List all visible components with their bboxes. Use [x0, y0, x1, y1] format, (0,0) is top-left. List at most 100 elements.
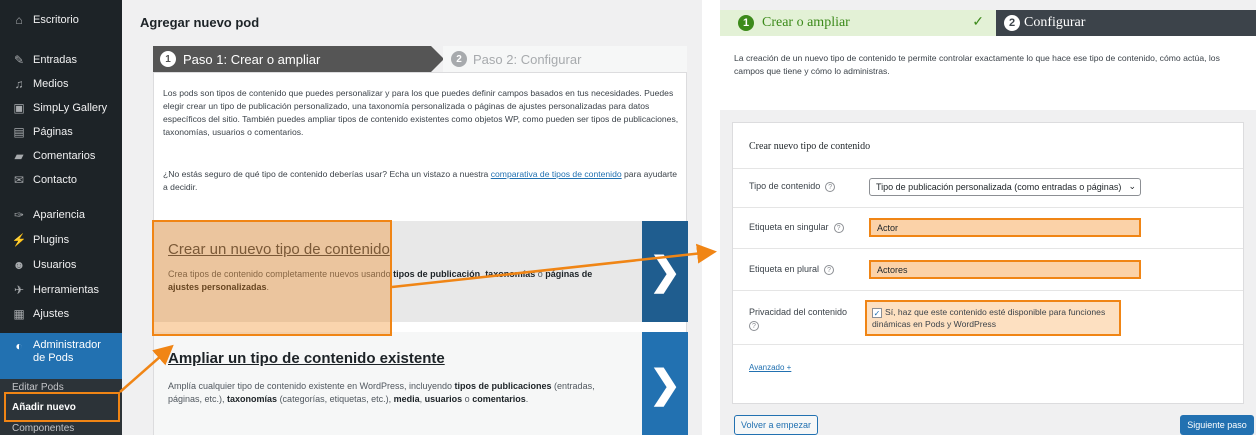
pages-icon: ▤	[13, 125, 25, 139]
sidebar-item-label: Herramientas	[33, 284, 100, 296]
content-type-select[interactable]: Tipo de publicación personalizada (como …	[869, 178, 1141, 196]
step-number-2: 2	[1004, 15, 1020, 31]
sidebar-item-label: Escritorio	[33, 14, 79, 26]
form-title: Crear nuevo tipo de contenido	[749, 141, 871, 152]
sidebar-item-ajustes[interactable]: ▦ Ajustes	[0, 302, 122, 326]
content-type-label: Tipo de contenido?	[749, 181, 836, 192]
label-text: Tipo de contenido	[749, 181, 821, 191]
mail-icon: ✉	[13, 173, 25, 187]
next-step-button[interactable]: Siguiente paso	[1180, 415, 1254, 435]
step-1-label: Crear o ampliar	[762, 15, 850, 30]
help-icon[interactable]: ?	[749, 320, 759, 331]
extend-existing-description: Amplía cualquier tipo de contenido exist…	[168, 380, 618, 406]
extend-existing-card[interactable]: Ampliar un tipo de contenido existente A…	[154, 332, 688, 435]
sidebar-item-paginas[interactable]: ▤ Páginas	[0, 120, 122, 144]
chevron-right-icon[interactable]: ❯	[642, 332, 688, 435]
extend-existing-title[interactable]: Ampliar un tipo de contenido existente	[168, 350, 445, 367]
sidebar-item-simply-gallery[interactable]: ▣ SimpLy Gallery	[0, 96, 122, 120]
main-content: Agregar nuevo pod 1 Paso 1: Crear o ampl…	[122, 0, 702, 435]
comments-icon: ▰	[14, 149, 24, 163]
desc-bold: media	[393, 394, 420, 404]
label-text: Etiqueta en singular	[749, 222, 829, 232]
step-1-label: Paso 1: Crear o ampliar	[183, 51, 321, 67]
help-icon[interactable]: ?	[825, 181, 836, 192]
divider	[733, 248, 1243, 249]
pods-icon: ◐	[15, 339, 23, 353]
settings-icon: ▦	[13, 307, 25, 321]
help-icon[interactable]: ?	[824, 264, 835, 275]
desc-text: (categorías, etiquetas, etc.),	[277, 394, 394, 404]
privacy-checkbox[interactable]: ✓	[872, 308, 882, 318]
plural-label: Etiqueta en plural?	[749, 264, 835, 275]
step-number-1: 1	[738, 15, 754, 31]
highlight-create-card	[152, 220, 392, 336]
sidebar-item-usuarios[interactable]: ☻ Usuarios	[0, 253, 122, 277]
sidebar-item-label: Administrador de Pods	[33, 339, 101, 364]
media-icon: ♫	[14, 77, 24, 91]
sidebar-item-label: Ajustes	[33, 308, 70, 320]
step-number-2: 2	[451, 51, 467, 67]
privacy-checkbox-wrapper[interactable]: ✓ Sí, haz que este contenido esté disponi…	[865, 300, 1121, 336]
sidebar-item-herramientas[interactable]: ✈ Herramientas	[0, 278, 122, 302]
singular-input[interactable]: Actor	[869, 218, 1141, 237]
desc-bold: taxonomías	[227, 394, 278, 404]
tools-icon: ✈	[13, 283, 25, 297]
desc-text: o	[462, 394, 473, 404]
sidebar-item-medios[interactable]: ♫ Medios	[0, 72, 122, 96]
admin-sidebar: ⌂ Escritorio ✎ Entradas ♫ Medios ▣ SimpLy Ga…	[0, 0, 122, 435]
step-1-active: 1 Paso 1: Crear o ampliar	[153, 46, 444, 72]
label-text: Etiqueta en plural	[749, 264, 820, 274]
submenu-componentes[interactable]: Componentes	[12, 423, 74, 434]
plural-input[interactable]: Actores	[869, 260, 1141, 279]
divider	[733, 168, 1243, 169]
comparison-text: ¿No estás seguro de qué tipo de contenid…	[163, 168, 683, 194]
sidebar-item-pods[interactable]: ◐ Administrador de Pods	[0, 333, 122, 379]
wizard-steps-right: 1 Crear o ampliar ✓ 2 Configurar	[720, 10, 1256, 36]
help-icon[interactable]: ?	[833, 222, 844, 233]
desc-bold: usuarios	[424, 394, 463, 404]
plugins-icon: ⚡	[11, 233, 27, 247]
divider	[733, 207, 1243, 208]
sidebar-item-plugins[interactable]: ⚡ Plugins	[0, 228, 122, 252]
left-panel: ⌂ Escritorio ✎ Entradas ♫ Medios ▣ SimpLy Ga…	[0, 0, 702, 435]
sidebar-item-apariencia[interactable]: ✑ Apariencia	[0, 203, 122, 227]
sidebar-item-entradas[interactable]: ✎ Entradas	[0, 48, 122, 72]
privacy-checkbox-label: Sí, haz que este contenido esté disponib…	[872, 307, 1106, 329]
composite-screenshot: ⌂ Escritorio ✎ Entradas ♫ Medios ▣ SimpLy Ga…	[0, 0, 1256, 435]
start-over-button[interactable]: Volver a empezar	[734, 415, 818, 435]
gallery-icon: ▣	[13, 101, 25, 115]
users-icon: ☻	[12, 258, 26, 272]
step-2-inactive: 2 Paso 2: Configurar	[443, 46, 687, 72]
sidebar-item-label: Medios	[33, 78, 69, 90]
dashboard-icon: ⌂	[15, 13, 23, 27]
sidebar-item-escritorio[interactable]: ⌂ Escritorio	[0, 8, 122, 32]
pin-icon: ✎	[13, 53, 25, 67]
sidebar-item-label: SimpLy Gallery	[33, 102, 108, 114]
sidebar-item-label: Contacto	[33, 174, 78, 186]
appearance-icon: ✑	[13, 208, 25, 222]
desc-bold: taxonomías	[485, 269, 536, 279]
divider	[733, 344, 1243, 345]
right-panel: 1 Crear o ampliar ✓ 2 Configurar La crea…	[720, 0, 1256, 435]
wizard-steps: 1 Paso 1: Crear o ampliar 2 Paso 2: Conf…	[153, 46, 687, 72]
desc-text: Amplía cualquier tipo de contenido exist…	[168, 381, 455, 391]
comparison-link[interactable]: comparativa de tipos de contenido	[491, 169, 622, 179]
highlight-add-new	[4, 392, 120, 422]
sidebar-item-label: Páginas	[33, 126, 73, 138]
checkmark-icon: ✓	[972, 15, 984, 30]
comparison-text-start: ¿No estás seguro de qué tipo de contenid…	[163, 169, 491, 179]
advanced-link[interactable]: Avanzado +	[749, 363, 791, 372]
chevron-right-icon[interactable]: ❯	[642, 221, 688, 322]
divider	[733, 290, 1243, 291]
chevron-down-icon: ⌄	[1128, 181, 1136, 191]
step-2-active: 2 Configurar	[996, 10, 1256, 36]
privacy-label: Privacidad del contenido?	[749, 306, 859, 332]
desc-bold: tipos de publicación	[393, 269, 481, 279]
sidebar-item-comentarios[interactable]: ▰ Comentarios	[0, 144, 122, 168]
sidebar-item-label: Entradas	[33, 54, 78, 66]
sidebar-item-label: Apariencia	[33, 209, 85, 221]
sidebar-item-contacto[interactable]: ✉ Contacto	[0, 168, 122, 192]
desc-bold: comentarios	[472, 394, 526, 404]
label-text: Privacidad del contenido	[749, 307, 848, 317]
select-value: Tipo de publicación personalizada (como …	[876, 182, 1122, 192]
